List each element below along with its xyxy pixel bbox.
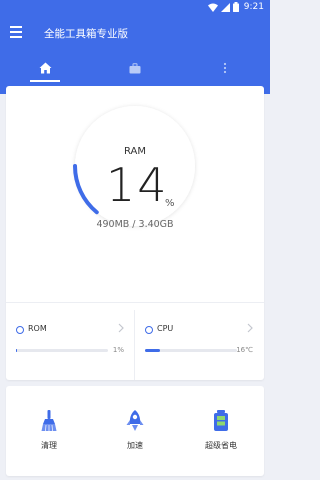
memory-card: RAM 14 % 490MB / 3.40GB ROM 1% CPU 16℃ bbox=[6, 86, 264, 380]
home-icon bbox=[39, 62, 51, 74]
wifi-icon bbox=[207, 3, 218, 12]
power-save-button[interactable]: 超级省电 bbox=[178, 386, 264, 476]
cpu-ring-icon bbox=[145, 326, 153, 334]
tab-bar bbox=[0, 54, 270, 84]
broom-icon bbox=[41, 410, 57, 432]
ram-percent-value: 14 bbox=[106, 158, 169, 212]
menu-icon bbox=[10, 26, 22, 28]
boost-label: 加速 bbox=[127, 441, 143, 450]
divider bbox=[6, 302, 264, 303]
ram-detail: 490MB / 3.40GB bbox=[96, 219, 174, 230]
rom-label: ROM bbox=[28, 324, 47, 333]
chevron-right-icon bbox=[247, 323, 253, 333]
more-vertical-icon bbox=[223, 62, 227, 74]
cpu-label: CPU bbox=[157, 324, 174, 333]
ram-percent-sign: % bbox=[165, 198, 175, 209]
rom-ring-icon bbox=[16, 326, 24, 334]
rom-stat[interactable]: ROM 1% bbox=[6, 314, 128, 380]
tab-more[interactable] bbox=[210, 56, 240, 80]
tab-toolbox[interactable] bbox=[120, 56, 150, 80]
app-bar: 全能工具箱专业版 bbox=[0, 14, 270, 54]
briefcase-icon bbox=[129, 62, 141, 73]
status-bar: 9:21 bbox=[0, 0, 270, 14]
signal-icon bbox=[220, 2, 230, 12]
tab-home[interactable] bbox=[30, 56, 60, 80]
cpu-progress-bar bbox=[145, 349, 237, 352]
battery-icon bbox=[214, 410, 228, 431]
cpu-value: 16℃ bbox=[236, 346, 253, 354]
status-icons: 9:21 bbox=[207, 1, 264, 13]
app-title: 全能工具箱专业版 bbox=[44, 28, 128, 40]
rom-progress-fill bbox=[16, 349, 17, 352]
clean-button[interactable]: 清理 bbox=[6, 386, 92, 476]
tools-card: 清理 加速 超级省电 bbox=[6, 386, 264, 476]
chevron-right-icon bbox=[118, 323, 124, 333]
tab-indicator bbox=[30, 80, 60, 82]
status-time: 9:21 bbox=[243, 2, 264, 12]
menu-button[interactable] bbox=[10, 26, 24, 40]
ram-title: RAM bbox=[123, 146, 146, 157]
rom-value: 1% bbox=[112, 346, 124, 354]
rocket-icon bbox=[126, 410, 144, 431]
boost-button[interactable]: 加速 bbox=[92, 386, 178, 476]
battery-status-icon bbox=[232, 2, 239, 12]
clean-label: 清理 bbox=[41, 441, 57, 450]
rom-progress-bar bbox=[16, 349, 108, 352]
power-save-label: 超级省电 bbox=[205, 441, 237, 450]
cpu-progress-fill bbox=[145, 349, 160, 352]
cpu-stat[interactable]: CPU 16℃ bbox=[135, 314, 257, 380]
